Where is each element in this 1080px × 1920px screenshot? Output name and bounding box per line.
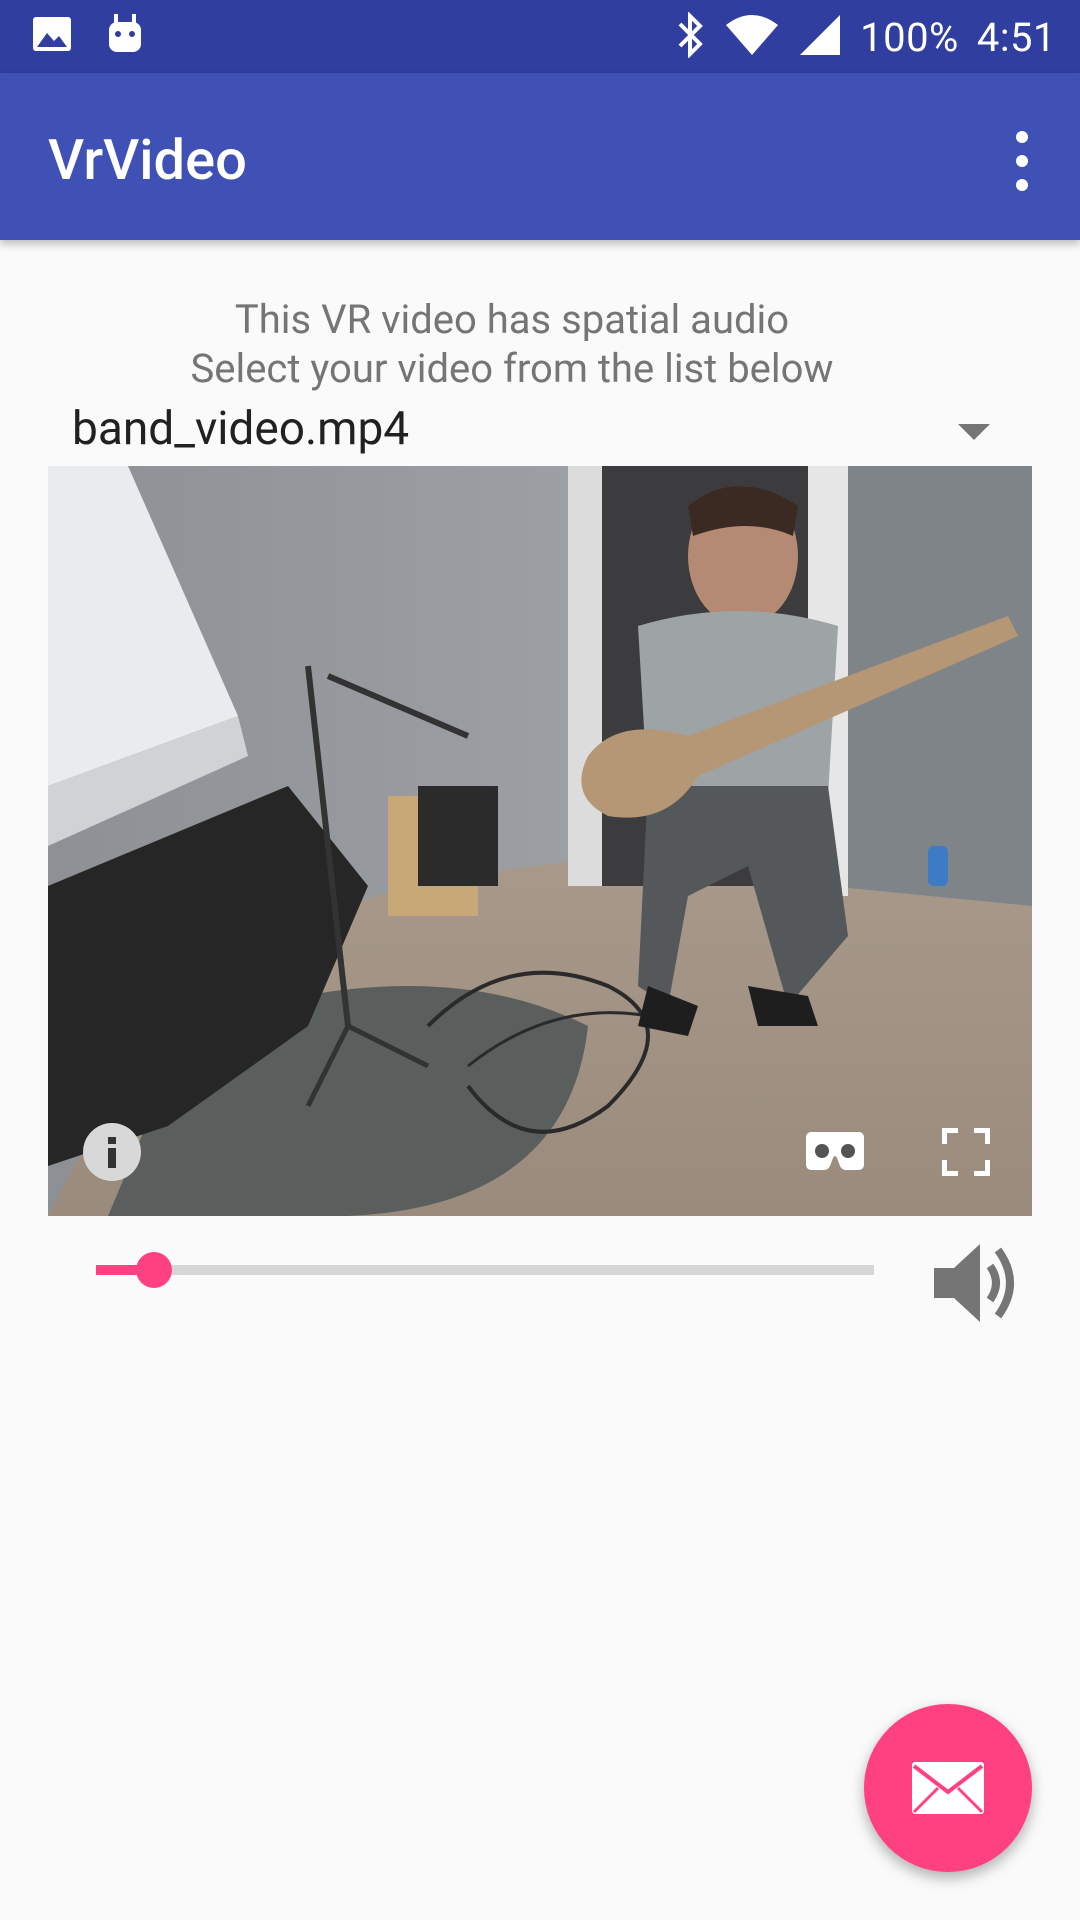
wifi-icon	[724, 13, 780, 61]
spatial-audio-label: This VR video has spatial audio	[234, 296, 790, 343]
fullscreen-button[interactable]	[941, 1127, 991, 1180]
seek-thumb[interactable]	[136, 1252, 173, 1288]
battery-text: 100%	[860, 13, 959, 61]
video-frame-image	[48, 466, 1032, 1216]
gallery-icon	[32, 14, 72, 58]
video-selector-dropdown[interactable]: band_video.mp4	[48, 398, 1032, 464]
dropdown-arrow-icon	[958, 424, 990, 440]
cardboard-button[interactable]	[806, 1132, 864, 1176]
status-bar: 100% 4:51	[0, 0, 1080, 73]
seek-bar[interactable]	[96, 1250, 874, 1290]
info-text: This VR video has spatial audio Select y…	[0, 295, 1024, 393]
volume-button[interactable]	[930, 1238, 1030, 1328]
more-options-button[interactable]	[1004, 131, 1040, 191]
email-fab-button[interactable]	[864, 1704, 1032, 1872]
email-icon	[912, 1762, 984, 1814]
cardboard-icon	[806, 1132, 864, 1170]
app-bar: VrVideo	[0, 73, 1080, 240]
cellular-signal-icon	[798, 13, 842, 61]
fullscreen-icon	[941, 1127, 991, 1177]
info-button[interactable]	[82, 1122, 142, 1186]
bluetooth-icon	[676, 11, 706, 62]
selected-video: band_video.mp4	[72, 402, 410, 456]
vr-video-view[interactable]	[48, 466, 1032, 1216]
select-video-label: Select your video from the list below	[190, 345, 834, 392]
clock: 4:51	[976, 13, 1056, 61]
app-title: VrVideo	[48, 127, 247, 193]
info-icon	[83, 1123, 141, 1181]
android-icon	[106, 14, 144, 58]
seek-track	[96, 1265, 874, 1275]
more-vert-icon	[1016, 131, 1028, 143]
volume-icon	[934, 1244, 1014, 1322]
